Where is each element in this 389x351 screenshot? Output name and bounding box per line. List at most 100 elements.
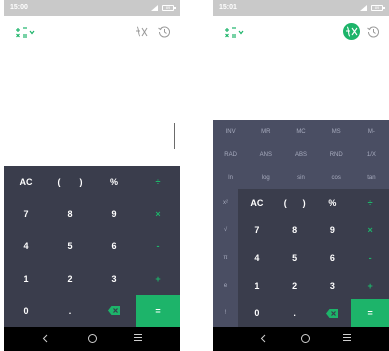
factorial-key[interactable]: ! [213, 299, 238, 327]
subtract-key[interactable]: - [136, 230, 180, 262]
key-label: % [109, 177, 118, 188]
calculator-mode-button[interactable] [15, 25, 37, 39]
digit-6-key[interactable]: 6 [92, 230, 136, 262]
digit-2-key[interactable]: 2 [48, 263, 92, 295]
divide-key[interactable]: ÷ [351, 189, 389, 217]
sci-tan-key[interactable]: tan [354, 166, 389, 189]
key-label: 1/X [366, 151, 376, 158]
digit-9-key[interactable]: 9 [92, 198, 136, 230]
sci-ln-key[interactable]: ln [213, 166, 248, 189]
equals-key[interactable]: = [351, 299, 389, 327]
digit-4-key[interactable]: 4 [238, 244, 276, 272]
digit-4-key[interactable]: 4 [4, 230, 48, 262]
digit-0-key[interactable]: 0 [4, 295, 48, 327]
text-cursor [174, 123, 175, 149]
subtract-key[interactable]: - [351, 244, 389, 272]
digit-6-key[interactable]: 6 [314, 244, 352, 272]
calculator-mode-icon [16, 27, 35, 38]
digit-8-key[interactable]: 8 [48, 198, 92, 230]
add-key[interactable]: + [351, 272, 389, 300]
keypad: AC ()% ÷ 7 8 9 × 4 5 6 - 1 2 3 +0. = [4, 166, 180, 327]
sci-m--key[interactable]: M- [354, 120, 389, 143]
backspace-icon [326, 308, 339, 318]
sci-mr-key[interactable]: MR [248, 120, 283, 143]
clear-key[interactable]: AC [4, 166, 48, 198]
toolbar [4, 16, 180, 46]
sci-ans-key[interactable]: ANS [248, 143, 283, 166]
backspace-key[interactable] [92, 295, 136, 327]
back-icon[interactable] [41, 334, 50, 343]
open-paren-key[interactable]: ( [48, 166, 70, 198]
back-icon[interactable] [259, 334, 268, 343]
menu-icon[interactable] [343, 332, 351, 341]
sqrt-key[interactable]: √ [213, 217, 238, 245]
digit-5-key[interactable]: 5 [276, 244, 314, 272]
key-label: 0 [23, 305, 29, 316]
close-paren-key[interactable]: ) [70, 166, 92, 198]
scientific-side-column: x² √ π e! [213, 189, 238, 327]
sci-rnd-key[interactable]: RND [319, 143, 354, 166]
key-label: √ [223, 227, 228, 234]
function-button-active[interactable] [343, 23, 360, 40]
sci-rad-key[interactable]: RAD [213, 143, 248, 166]
backspace-key[interactable] [314, 299, 352, 327]
navigation-bar [4, 327, 180, 351]
sci-1-x-key[interactable]: 1/X [354, 143, 389, 166]
percent-key[interactable]: % [92, 166, 136, 198]
key-label: AC [250, 197, 264, 208]
close-paren-key[interactable]: ) [295, 189, 314, 217]
digit-5-key[interactable]: 5 [48, 230, 92, 262]
key-label: 1 [23, 273, 29, 284]
divide-key[interactable]: ÷ [136, 166, 180, 198]
display-area [213, 46, 389, 120]
decimal-key[interactable]: . [276, 299, 314, 327]
clear-key[interactable]: AC [238, 189, 276, 217]
square-key[interactable]: x² [213, 189, 238, 217]
euler-key[interactable]: e [213, 272, 238, 300]
percent-key[interactable]: % [314, 189, 352, 217]
digit-7-key[interactable]: 7 [238, 217, 276, 245]
key-label: = [155, 305, 161, 316]
digit-2-key[interactable]: 2 [276, 272, 314, 300]
key-label: ) [302, 197, 306, 208]
digit-1-key[interactable]: 1 [238, 272, 276, 300]
digit-3-key[interactable]: 3 [92, 263, 136, 295]
sci-mc-key[interactable]: MC [283, 120, 318, 143]
sci-sin-key[interactable]: sin [283, 166, 318, 189]
equals-key[interactable]: = [136, 294, 180, 327]
pi-key[interactable]: π [213, 244, 238, 272]
digit-9-key[interactable]: 9 [314, 217, 352, 245]
menu-icon[interactable] [134, 332, 142, 341]
decimal-key[interactable]: . [48, 295, 92, 327]
key-label: 5 [292, 252, 298, 263]
digit-8-key[interactable]: 8 [276, 217, 314, 245]
sci-ms-key[interactable]: MS [319, 120, 354, 143]
calculator-mode-button[interactable] [224, 25, 246, 39]
add-key[interactable]: + [136, 263, 180, 295]
sci-cos-key[interactable]: cos [319, 166, 354, 189]
key-label: 9 [111, 209, 117, 220]
key-label: 5 [67, 241, 73, 252]
digit-0-key[interactable]: 0 [238, 299, 276, 327]
history-icon[interactable] [157, 24, 172, 39]
digit-7-key[interactable]: 7 [4, 198, 48, 230]
key-label: ÷ [155, 177, 161, 188]
sci-inv-key[interactable]: INV [213, 120, 248, 143]
status-bar: 15:01 89 [213, 0, 389, 16]
sci-abs-key[interactable]: ABS [283, 143, 318, 166]
multiply-key[interactable]: × [136, 198, 180, 230]
key-label: 4 [23, 241, 29, 252]
history-icon[interactable] [366, 24, 381, 39]
digit-1-key[interactable]: 1 [4, 263, 48, 295]
function-icon[interactable] [134, 24, 149, 39]
key-label: RAD [224, 151, 237, 158]
open-paren-key[interactable]: ( [276, 189, 295, 217]
key-label: ! [224, 310, 227, 317]
key-label: 6 [111, 241, 117, 252]
multiply-key[interactable]: × [351, 217, 389, 245]
home-icon[interactable] [88, 334, 97, 343]
sci-log-key[interactable]: log [248, 166, 283, 189]
digit-3-key[interactable]: 3 [314, 272, 352, 300]
home-icon[interactable] [301, 334, 310, 343]
basic-calculator-screen: 15:00 89 AC () % ÷ 7 8 9 × 4 5 6 - 1 2 … [4, 0, 180, 351]
